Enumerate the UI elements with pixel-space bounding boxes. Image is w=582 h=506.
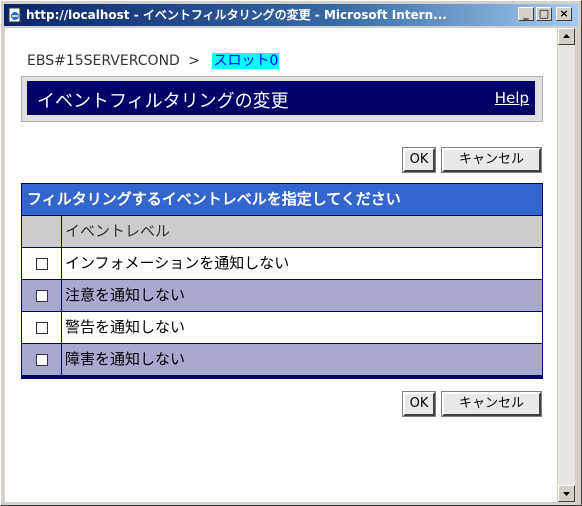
ie-page-icon [8,7,21,23]
page-header-panel: イベントフィルタリングの変更 Help [21,76,543,122]
checkbox-cell [22,280,61,311]
maximize-button[interactable]: □ [536,7,552,21]
table-row: 注意を通知しない [22,280,542,311]
row-label: 警告を通知しない [62,312,542,343]
minimize-button[interactable]: _ [518,7,534,21]
checkbox-cell [22,248,61,279]
vertical-scrollbar[interactable] [558,28,575,502]
title-bar: http://localhost - イベントフィルタリングの変更 - Micr… [4,4,578,26]
checkbox-cell [22,312,61,343]
close-button[interactable]: × [556,7,572,21]
checkbox-info[interactable] [36,258,48,270]
table-row: 障害を通知しない [22,344,542,375]
header-checkbox-cell [22,216,61,247]
page-title: イベントフィルタリングの変更 [37,91,289,112]
ok-button-bottom[interactable]: OK [402,391,436,417]
row-label: インフォメーションを通知しない [62,248,542,279]
scroll-down-button[interactable] [558,485,575,502]
help-link[interactable]: Help [495,89,529,107]
column-header-event-level: イベントレベル [62,216,542,247]
scroll-down-arrow-icon [563,492,570,496]
checkbox-failure[interactable] [36,354,48,366]
row-label: 注意を通知しない [62,280,542,311]
scroll-up-button[interactable] [558,28,575,45]
breadcrumb-parent-link[interactable]: EBS#15SERVERCOND [27,53,180,69]
table-caption: フィルタリングするイベントレベルを指定してください [22,184,542,215]
checkbox-warning[interactable] [36,322,48,334]
breadcrumb-current: スロット0 [212,53,280,69]
page-header-bar: イベントフィルタリングの変更 Help [27,81,535,115]
checkbox-cell [22,344,61,375]
row-label: 障害を通知しない [62,344,542,375]
breadcrumb-separator: > [188,53,201,69]
breadcrumb: EBS#15SERVERCOND > スロット0 [27,50,280,70]
cancel-button-bottom[interactable]: キャンセル [441,391,542,417]
table-header-row: イベントレベル [22,216,542,247]
ok-button-top[interactable]: OK [402,147,436,173]
table-row: インフォメーションを通知しない [22,248,542,279]
event-level-table: フィルタリングするイベントレベルを指定してください イベントレベル インフォメー… [21,183,543,379]
checkbox-caution[interactable] [36,290,48,302]
cancel-button-top[interactable]: キャンセル [441,147,542,173]
scroll-up-arrow-icon [563,34,570,38]
table-row: 警告を通知しない [22,312,542,343]
window-title: http://localhost - イベントフィルタリングの変更 - Micr… [26,8,447,22]
browser-window: http://localhost - イベントフィルタリングの変更 - Micr… [0,0,582,506]
page-content: EBS#15SERVERCOND > スロット0 イベントフィルタリングの変更 … [5,28,557,502]
